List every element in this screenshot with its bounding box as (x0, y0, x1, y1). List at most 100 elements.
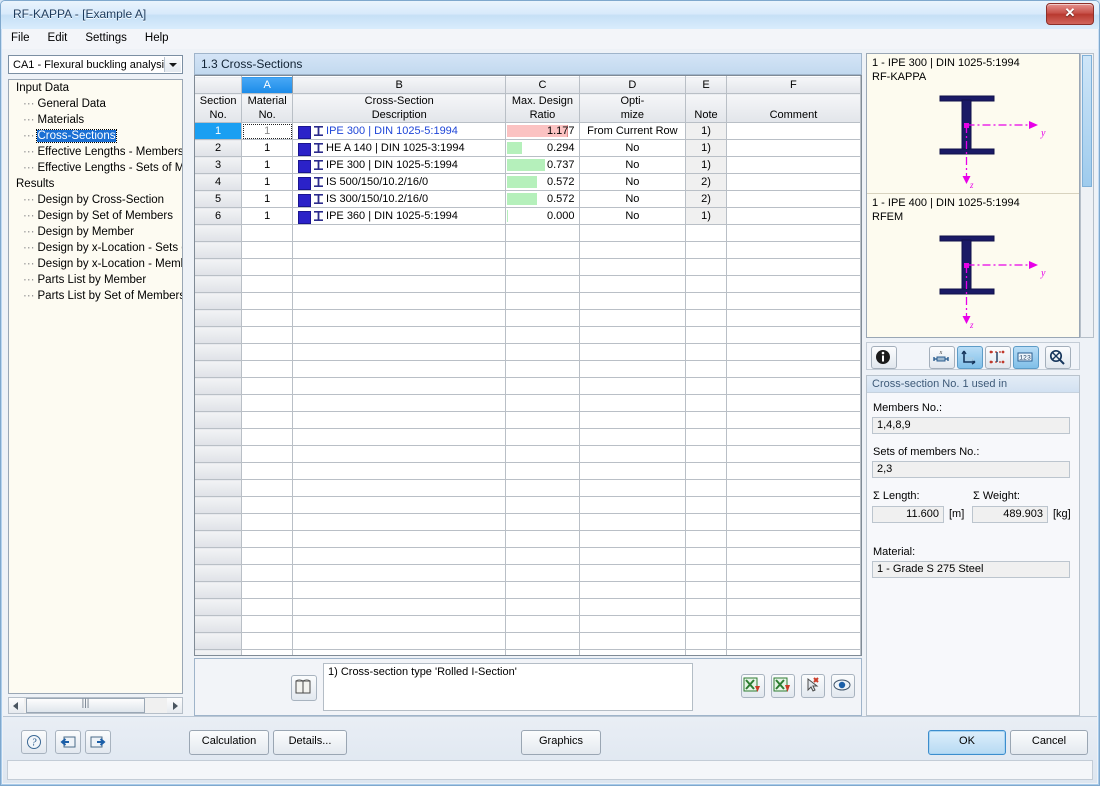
sidebar-item-input-data[interactable]: Input Data (9, 80, 182, 96)
empty-cell[interactable] (726, 496, 861, 514)
empty-cell[interactable] (726, 428, 861, 446)
empty-cell[interactable] (195, 326, 243, 344)
empty-cell[interactable] (726, 258, 861, 276)
empty-cell[interactable] (505, 377, 580, 395)
empty-cell[interactable] (579, 513, 687, 531)
load-case-combo[interactable]: CA1 - Flexural buckling analysis (8, 55, 183, 74)
empty-cell[interactable] (579, 309, 687, 327)
empty-cell[interactable] (292, 547, 507, 565)
empty-cell[interactable] (241, 479, 294, 497)
empty-cell[interactable] (195, 258, 243, 276)
empty-cell[interactable] (505, 275, 580, 293)
empty-cell[interactable] (579, 496, 687, 514)
cross-section-description-cell[interactable]: IS 300/150/10.2/16/0 (292, 190, 507, 208)
tree-horizontal-scrollbar[interactable] (8, 697, 183, 714)
empty-cell[interactable] (292, 428, 507, 446)
cross-section-description-cell[interactable]: IS 500/150/10.2/16/0 (292, 173, 507, 191)
empty-cell[interactable] (195, 479, 243, 497)
sidebar-item-design-by-cross-section[interactable]: ⋯ Design by Cross-Section (9, 192, 182, 208)
empty-cell[interactable] (505, 445, 580, 463)
navigation-tree[interactable]: Input Data ⋯ General Data ⋯ Materials ⋯ Cross-… (8, 79, 183, 694)
optimize-cell[interactable]: No (579, 156, 687, 174)
empty-cell[interactable] (241, 292, 294, 310)
row-number-cell[interactable]: 6 (195, 207, 243, 225)
empty-cell[interactable] (726, 581, 861, 599)
empty-cell[interactable] (292, 377, 507, 395)
empty-cell[interactable] (241, 411, 294, 429)
graphics-vertical-scrollbar[interactable] (1080, 53, 1094, 338)
empty-cell[interactable] (685, 564, 727, 582)
empty-cell[interactable] (685, 360, 727, 378)
empty-cell[interactable] (241, 564, 294, 582)
table-row-empty[interactable] (195, 377, 861, 395)
empty-cell[interactable] (505, 360, 580, 378)
sidebar-item-cross-sections[interactable]: ⋯ Cross-Sections (9, 128, 182, 144)
ok-button[interactable]: OK (928, 730, 1006, 755)
empty-cell[interactable] (195, 224, 243, 242)
empty-cell[interactable] (195, 377, 243, 395)
members-value[interactable]: 1,4,8,9 (872, 417, 1070, 434)
pick-section-icon[interactable] (801, 674, 825, 698)
row-number-cell[interactable]: 3 (195, 156, 243, 174)
optimize-cell[interactable]: No (579, 190, 687, 208)
empty-cell[interactable] (726, 241, 861, 259)
max-design-ratio-cell[interactable]: 1.177 (505, 122, 580, 140)
column-letter-D[interactable]: D (579, 76, 687, 94)
comment-cell[interactable] (726, 139, 861, 157)
info-icon[interactable] (871, 346, 897, 369)
empty-cell[interactable] (505, 224, 580, 242)
empty-cell[interactable] (579, 649, 687, 655)
empty-cell[interactable] (292, 564, 507, 582)
table-row-empty[interactable] (195, 479, 861, 497)
empty-cell[interactable] (505, 241, 580, 259)
empty-cell[interactable] (726, 224, 861, 242)
length-value[interactable]: 11.600 (872, 506, 944, 523)
empty-cell[interactable] (292, 615, 507, 633)
empty-cell[interactable] (685, 394, 727, 412)
empty-cell[interactable] (726, 377, 861, 395)
optimize-cell[interactable]: From Current Row (579, 122, 687, 140)
empty-cell[interactable] (292, 649, 507, 655)
cross-sections-grid[interactable]: A B C D E F Section No. Material No. Cross-Section… (194, 75, 862, 656)
empty-cell[interactable] (292, 258, 507, 276)
empty-cell[interactable] (292, 462, 507, 480)
empty-cell[interactable] (505, 513, 580, 531)
empty-cell[interactable] (579, 377, 687, 395)
optimize-cell[interactable]: No (579, 207, 687, 225)
empty-cell[interactable] (579, 547, 687, 565)
material-value[interactable]: 1 - Grade S 275 Steel (872, 561, 1070, 578)
empty-cell[interactable] (579, 632, 687, 650)
empty-cell[interactable] (241, 598, 294, 616)
empty-cell[interactable] (726, 360, 861, 378)
empty-cell[interactable] (685, 530, 727, 548)
empty-cell[interactable] (579, 615, 687, 633)
graphics-button[interactable]: Graphics (521, 730, 601, 755)
empty-cell[interactable] (685, 241, 727, 259)
empty-cell[interactable] (292, 411, 507, 429)
max-design-ratio-cell[interactable]: 0.000 (505, 207, 580, 225)
empty-cell[interactable] (292, 360, 507, 378)
empty-cell[interactable] (726, 394, 861, 412)
empty-cell[interactable] (685, 615, 727, 633)
dimension-x-icon[interactable]: x (929, 346, 955, 369)
empty-cell[interactable] (195, 462, 243, 480)
empty-cell[interactable] (685, 445, 727, 463)
empty-cell[interactable] (241, 343, 294, 361)
scroll-right-arrow-icon[interactable] (167, 698, 182, 713)
sidebar-item-design-by-x-location-members[interactable]: ⋯Design by x-Location - Members (9, 256, 182, 272)
comment-cell[interactable] (726, 207, 861, 225)
optimize-cell[interactable]: No (579, 173, 687, 191)
empty-cell[interactable] (241, 445, 294, 463)
menu-item-help[interactable]: Help (136, 29, 178, 49)
empty-cell[interactable] (195, 649, 243, 655)
table-row-empty[interactable] (195, 462, 861, 480)
empty-cell[interactable] (241, 241, 294, 259)
cross-section-description-cell[interactable]: IPE 300 | DIN 1025-5:1994 (292, 122, 507, 140)
empty-cell[interactable] (726, 343, 861, 361)
empty-cell[interactable] (685, 377, 727, 395)
empty-cell[interactable] (579, 479, 687, 497)
empty-cell[interactable] (685, 581, 727, 599)
menu-item-edit[interactable]: Edit (39, 29, 77, 49)
comment-cell[interactable] (726, 122, 861, 140)
empty-cell[interactable] (726, 598, 861, 616)
